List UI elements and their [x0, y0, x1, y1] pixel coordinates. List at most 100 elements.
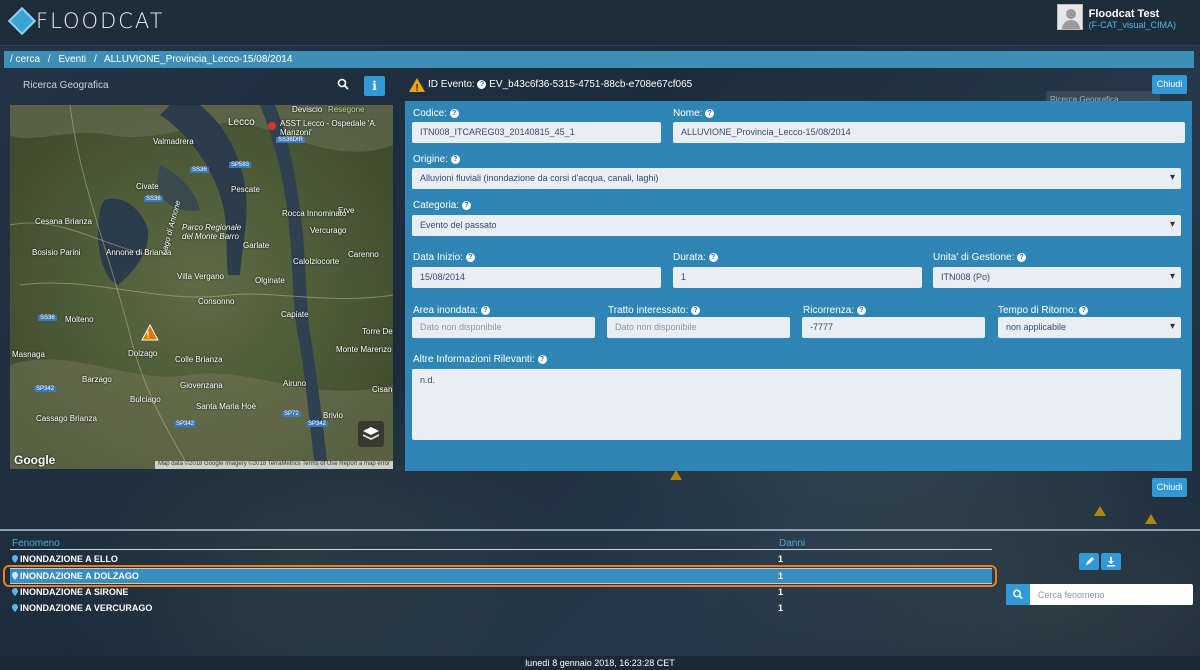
road-badge: SP583 — [229, 162, 252, 168]
map-label: Torre De' — [362, 327, 393, 336]
fenomeno-search[interactable]: Cerca fenomeno — [1006, 584, 1193, 605]
data-inizio-field[interactable]: 15/08/2014 — [412, 267, 661, 288]
pencil-icon — [1086, 557, 1094, 565]
map-attribution[interactable]: Map data ©2018 Google Imagery ©2018 Terr… — [154, 461, 393, 469]
user-role[interactable]: (F-CAT_visual_CIMA) — [1089, 20, 1176, 30]
map-label: Capiate — [281, 310, 309, 319]
tratto-field[interactable]: Dato non disponibile — [607, 317, 790, 338]
close-button-top[interactable]: Chiudi — [1152, 75, 1187, 94]
breadcrumb-current: ALLUVIONE_Provincia_Lecco-15/08/2014 — [103, 54, 293, 65]
help-icon[interactable]: ? — [461, 200, 471, 210]
help-icon[interactable]: ? — [705, 108, 715, 118]
road-badge: SP342 — [306, 421, 329, 427]
map-label: Deviscio — [292, 105, 323, 114]
map-label: Giovenzana — [180, 381, 223, 390]
help-icon[interactable]: ? — [537, 354, 547, 364]
map-label: Airuno — [283, 379, 307, 388]
event-form: Codice: ? ITN008_ITCAREG03_20140815_45_1… — [405, 101, 1192, 471]
satellite-map[interactable]: ! Lecco Valmadrera Civate Cesana Brianza… — [10, 105, 393, 469]
close-button-bottom[interactable]: Chiudi — [1152, 478, 1187, 497]
ricorrenza-field[interactable]: -7777 — [802, 317, 985, 338]
help-icon[interactable]: ? — [477, 79, 487, 89]
road-badge: SS36 — [38, 315, 57, 321]
map-label: Consonno — [198, 297, 235, 306]
search-placeholder: Cerca fenomeno — [1038, 590, 1105, 600]
help-icon[interactable]: ? — [708, 252, 718, 262]
row-danni: 1 — [778, 587, 784, 597]
help-icon[interactable]: ? — [465, 252, 475, 262]
map-label: Molteno — [65, 315, 94, 324]
map-label: Pescate — [231, 185, 260, 194]
column-header-danni[interactable]: Danni — [779, 538, 805, 549]
categoria-label: Categoria: — [413, 200, 460, 211]
app-logo[interactable]: FLOODCAT — [7, 6, 165, 36]
warning-marker-icon[interactable] — [670, 470, 682, 480]
nome-field[interactable]: ALLUVIONE_Provincia_Lecco-15/08/2014 — [673, 122, 1185, 143]
breadcrumb: / cerca / Eventi / ALLUVIONE_Provincia_L… — [4, 51, 1194, 68]
tempo-label: Tempo di Ritorno: — [998, 305, 1077, 316]
map-label: Barzago — [82, 375, 112, 384]
edit-button[interactable] — [1079, 553, 1099, 570]
info-button[interactable]: i — [364, 76, 385, 96]
help-icon[interactable]: ? — [1017, 252, 1027, 262]
warning-marker-icon[interactable] — [1094, 506, 1106, 516]
help-icon[interactable]: ? — [450, 154, 460, 164]
search-icon[interactable] — [337, 78, 349, 90]
map-label: ASST Lecco - Ospedale 'A. Manzoni' — [280, 119, 377, 137]
help-icon[interactable]: ? — [856, 305, 866, 315]
warning-marker-icon[interactable] — [1145, 514, 1157, 524]
table-row[interactable]: INONDAZIONE A VERCURAGO 1 — [10, 601, 992, 617]
nome-label: Nome: — [673, 108, 703, 119]
warning-icon: ! — [409, 78, 425, 93]
map-label: Colle Brianza — [175, 355, 223, 364]
road-badge: SP342 — [174, 421, 197, 427]
codice-field[interactable]: ITN008_ITCAREG03_20140815_45_1 — [412, 122, 661, 143]
layers-icon — [363, 427, 379, 440]
layers-button[interactable] — [358, 421, 384, 447]
panel-divider — [0, 529, 1200, 531]
tempo-select[interactable]: non applicabile — [998, 317, 1181, 338]
map-label: Olginate — [255, 276, 285, 285]
area-label: Area inondata: — [413, 305, 479, 316]
altre-textarea[interactable]: n.d. — [412, 369, 1181, 440]
download-button[interactable] — [1101, 553, 1121, 570]
user-menu[interactable]: Floodcat Test (F-CAT_visual_CIMA) — [1056, 4, 1176, 30]
geo-search-input[interactable]: Ricerca Geografica — [23, 80, 109, 91]
map-label: Santa Maria Hoè — [196, 402, 257, 411]
map-label: Lecco — [228, 117, 255, 128]
event-id-value: EV_b43c6f36-5315-4751-88cb-e708e67cf065 — [489, 79, 693, 90]
area-field[interactable]: Dato non disponibile — [412, 317, 595, 338]
column-header-fenomeno[interactable]: Fenomeno — [12, 538, 60, 549]
map-label: Masnaga — [12, 350, 45, 359]
map-pin-icon — [12, 555, 18, 563]
header-divider — [10, 549, 992, 550]
unita-select[interactable]: ITN008 (Po) — [933, 267, 1181, 288]
map-label: Rocca Innominato — [282, 209, 347, 218]
breadcrumb-eventi[interactable]: Eventi — [58, 54, 86, 65]
categoria-select[interactable]: Evento del passato — [412, 215, 1181, 236]
breadcrumb-cerca[interactable]: / cerca — [10, 54, 40, 65]
svg-text:!: ! — [147, 330, 150, 340]
help-icon[interactable]: ? — [1079, 305, 1089, 315]
search-button[interactable] — [1006, 584, 1030, 605]
tratto-label: Tratto interessato: — [608, 305, 689, 316]
durata-field[interactable]: 1 — [673, 267, 922, 288]
map-label: Garlate — [243, 241, 270, 250]
map-pin-icon — [12, 604, 18, 612]
help-icon[interactable]: ? — [691, 305, 701, 315]
event-id-label: ID Evento: — [428, 79, 475, 90]
origine-select[interactable]: Alluvioni fluviali (inondazione da corsi… — [412, 168, 1181, 189]
map-label: Monte Marenzo — [336, 345, 392, 354]
help-icon[interactable]: ? — [480, 305, 490, 315]
road-badge: SP72 — [282, 411, 301, 417]
map-label: Calolziocorte — [293, 257, 340, 266]
help-icon[interactable]: ? — [449, 108, 459, 118]
map-label: Resegone — [328, 105, 365, 114]
map-label: Carenno — [348, 250, 379, 259]
map-label: Dolzago — [128, 349, 158, 358]
breadcrumb-separator: / — [47, 54, 51, 65]
logo-text: FLOODCAT — [36, 9, 165, 33]
map-label: Bosisio Parini — [32, 248, 81, 257]
table-row[interactable]: INONDAZIONE A SIRONE 1 — [10, 585, 992, 601]
map-label: Villa Vergano — [177, 272, 224, 281]
